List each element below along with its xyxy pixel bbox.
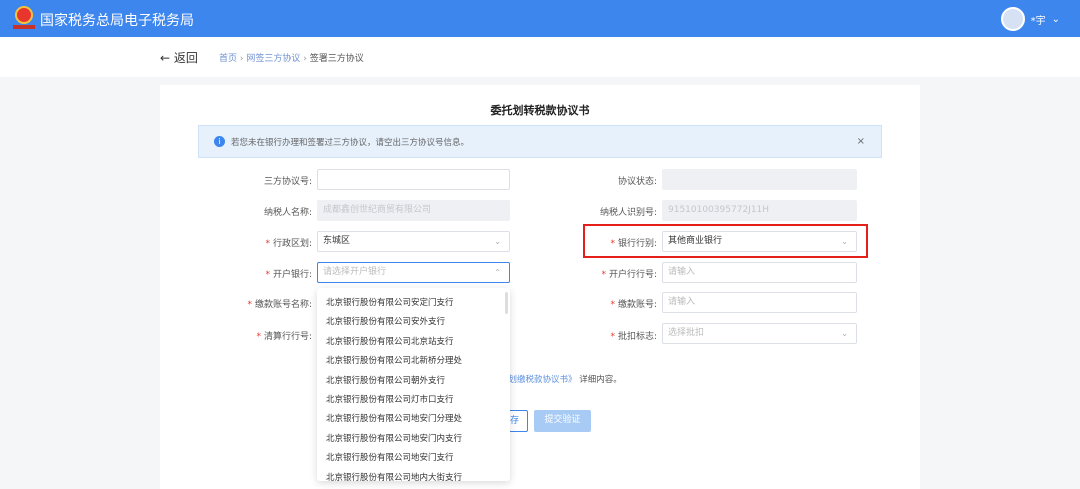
taxpayer-id-input: 91510100395772J11H <box>662 200 857 221</box>
bank-option[interactable]: 北京银行股份有限公司地安门内支行 <box>317 430 510 449</box>
info-icon: i <box>214 136 225 147</box>
top-header: 国家税务总局电子税务局 *宇 ⌄ <box>0 0 1080 37</box>
bank-select[interactable]: 请选择开户银行 ⌃ <box>317 262 510 283</box>
bank-option[interactable]: 北京银行股份有限公司北京站支行 <box>317 333 510 352</box>
bank-label: * 开户银行: <box>265 270 312 280</box>
bank-option[interactable]: 北京银行股份有限公司朝外支行 <box>317 372 510 391</box>
agreement-no-input[interactable] <box>317 169 510 190</box>
alert-text: 若您未在银行办理和签署过三方协议，请空出三方协议号信息。 <box>231 137 470 148</box>
deduct-flag-label: * 批扣标志: <box>610 332 657 342</box>
deduct-flag-select[interactable]: 选择批扣 ⌄ <box>662 323 857 344</box>
bank-option[interactable]: 北京银行股份有限公司灯市口支行 <box>317 391 510 410</box>
chevron-down-icon: ⌄ <box>841 329 848 338</box>
back-label: 返回 <box>173 51 198 65</box>
tax-emblem-icon <box>13 6 35 30</box>
bank-no-label: * 开户行行号: <box>601 270 657 280</box>
account-name-label: * 缴款账号名称: <box>247 300 312 310</box>
user-name: *宇 <box>1030 15 1046 27</box>
district-label: * 行政区划: <box>265 239 312 249</box>
bank-option[interactable]: 北京银行股份有限公司地安门分理处 <box>317 410 510 429</box>
form-title: 委托划转税款协议书 <box>490 104 590 117</box>
crumb-agreements[interactable]: 网签三方协议 <box>246 54 300 64</box>
chevron-up-icon: ⌃ <box>494 268 501 277</box>
breadcrumb: 首页 › 网签三方协议 › 签署三方协议 <box>219 54 364 64</box>
crumb-home[interactable]: 首页 <box>219 54 237 64</box>
bank-no-input[interactable]: 请输入 <box>662 262 857 283</box>
submit-button[interactable]: 提交验证 <box>534 410 591 432</box>
form-card: 委托划转税款协议书 i 若您未在银行办理和签署过三方协议，请空出三方协议号信息。 ×… <box>160 85 920 489</box>
agreement-link[interactable]: 权划缴税款协议书》 <box>500 375 577 385</box>
info-alert: i 若您未在银行办理和签署过三方协议，请空出三方协议号信息。 × <box>198 125 882 158</box>
bank-option[interactable]: 北京银行股份有限公司北新桥分理处 <box>317 352 510 371</box>
avatar <box>1000 7 1025 31</box>
bank-dropdown: 北京银行股份有限公司安定门支行 北京银行股份有限公司安外支行 北京银行股份有限公… <box>317 288 510 481</box>
agreement-no-label: 三方协议号: <box>263 177 312 187</box>
agreement-note: 权划缴税款协议书》 详细内容。 <box>500 375 622 385</box>
account-no-input[interactable]: 请输入 <box>662 292 857 313</box>
highlight-box <box>583 224 868 258</box>
user-menu[interactable]: *宇 ⌄ <box>1000 7 1060 31</box>
account-no-label: * 缴款账号: <box>610 300 657 310</box>
close-icon[interactable]: × <box>857 136 865 147</box>
status-label: 协议状态: <box>617 177 657 187</box>
district-select[interactable]: 东城区 ⌄ <box>317 231 510 252</box>
taxpayer-name-label: 纳税人名称: <box>263 208 312 218</box>
status-input <box>662 169 857 190</box>
taxpayer-name-input: 成都鑫创世纪商贸有限公司 <box>317 200 510 221</box>
chevron-down-icon: ⌄ <box>494 237 501 246</box>
arrow-left-icon: ← <box>160 51 171 65</box>
crumb-current: 签署三方协议 <box>309 54 364 64</box>
app-title: 国家税务总局电子税务局 <box>40 13 194 29</box>
back-button[interactable]: ← 返回 <box>160 49 198 66</box>
chevron-down-icon: ⌄ <box>1051 13 1060 25</box>
bank-option[interactable]: 北京银行股份有限公司地安门支行 <box>317 449 510 468</box>
clearing-no-label: * 清算行行号: <box>256 332 312 342</box>
taxpayer-id-label: 纳税人识别号: <box>599 208 657 218</box>
scrollbar[interactable] <box>505 292 508 314</box>
nav-bar: ← 返回 首页 › 网签三方协议 › 签署三方协议 <box>0 37 1080 77</box>
bank-option[interactable]: 北京银行股份有限公司安外支行 <box>317 313 510 332</box>
bank-option[interactable]: 北京银行股份有限公司地内大街支行 <box>317 469 510 481</box>
bank-option[interactable]: 北京银行股份有限公司安定门支行 <box>317 294 510 313</box>
